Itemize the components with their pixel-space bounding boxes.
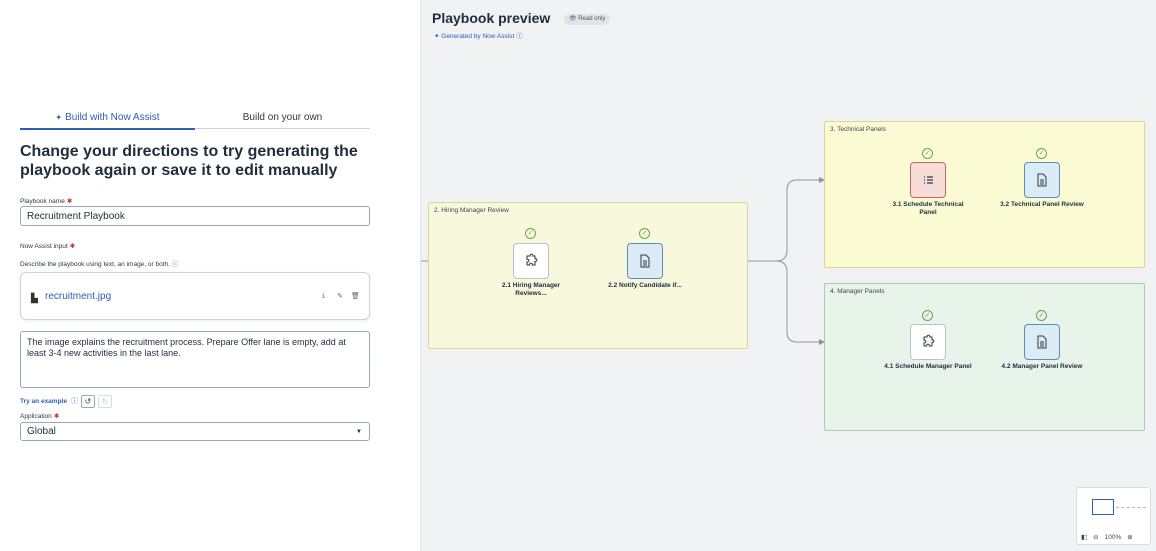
puzzle-icon bbox=[526, 253, 538, 266]
check-circle-icon: ✓ bbox=[639, 228, 650, 239]
select-value: Global bbox=[27, 426, 56, 437]
tab-build-on-your-own[interactable]: Build on your own bbox=[195, 111, 370, 128]
builder-tabs: ✦ Build with Now Assist Build on your own bbox=[20, 111, 370, 130]
undo-button[interactable]: ↺ bbox=[80, 394, 95, 408]
lane-title: 3. Technical Panels bbox=[830, 126, 886, 133]
now-assist-input-label: Now Assist input ✱ bbox=[20, 242, 75, 250]
lane-manager-panels[interactable]: 4. Manager Panels bbox=[824, 283, 1145, 431]
list-icon bbox=[924, 176, 933, 184]
check-circle-icon: ✓ bbox=[922, 310, 933, 321]
activity-label: 3.2 Technical Panel Review bbox=[1000, 201, 1084, 208]
check-circle-icon: ✓ bbox=[525, 228, 536, 239]
activity-node-4-1[interactable] bbox=[910, 324, 946, 360]
chevron-down-icon: ▼ bbox=[356, 429, 362, 435]
activity-node-3-1[interactable] bbox=[910, 162, 946, 198]
playbook-preview-canvas[interactable]: Playbook preview 👁 Read only ✦ Generated… bbox=[420, 0, 1156, 551]
lane-hiring-manager-review[interactable]: 2. Hiring Manager Review bbox=[428, 202, 748, 349]
page-heading: Change your directions to try generating… bbox=[20, 143, 358, 179]
info-icon[interactable]: ⓘ bbox=[172, 261, 179, 268]
label-text: Now Assist input bbox=[20, 243, 68, 250]
sparkle-icon: ✦ bbox=[55, 113, 63, 122]
activity-node-2-1[interactable] bbox=[513, 243, 549, 279]
delete-icon[interactable]: 🗑 bbox=[351, 292, 360, 300]
activity-label: 3.1 Schedule Technical Panel bbox=[892, 201, 964, 216]
lane-technical-panels[interactable]: 3. Technical Panels bbox=[824, 121, 1145, 268]
document-icon bbox=[640, 254, 650, 268]
tab-label: Build on your own bbox=[242, 112, 323, 123]
document-icon bbox=[1037, 173, 1047, 187]
activity-label: 4.1 Schedule Manager Panel bbox=[884, 363, 972, 370]
zoom-controls: ◧ ⊖ 100% ⊕ bbox=[1081, 533, 1133, 542]
puzzle-icon bbox=[923, 334, 935, 347]
image-file-icon: ▙ bbox=[31, 293, 38, 303]
activity-label: 2.2 Notify Candidate if... bbox=[608, 282, 682, 289]
minimap[interactable]: ◧ ⊖ 100% ⊕ bbox=[1076, 487, 1151, 545]
edit-icon[interactable]: ✎ bbox=[337, 292, 343, 300]
check-circle-icon: ✓ bbox=[1036, 310, 1047, 321]
zoom-level: 100% bbox=[1104, 533, 1122, 541]
file-name-link[interactable]: recruitment.jpg bbox=[45, 291, 111, 302]
attached-file-card: ▙ recruitment.jpg ⤓ ✎ 🗑 bbox=[20, 272, 370, 320]
helper-text: Describe the playbook using text, an ima… bbox=[20, 261, 170, 268]
zoom-in-icon[interactable]: ⊕ bbox=[1127, 533, 1132, 541]
lane-title: 2. Hiring Manager Review bbox=[434, 207, 509, 214]
try-example-row: Try an example ⓘ ↺ ↻ bbox=[20, 394, 112, 408]
playbook-builder-panel: ✦ Build with Now Assist Build on your own… bbox=[0, 0, 420, 551]
prompt-textarea[interactable]: The image explains the recruitment proce… bbox=[20, 331, 370, 388]
activity-node-2-2[interactable] bbox=[627, 243, 663, 279]
activity-node-3-2[interactable] bbox=[1024, 162, 1060, 198]
input-value: Recruitment Playbook bbox=[27, 210, 125, 222]
application-select[interactable]: Global ▼ bbox=[20, 422, 370, 441]
label-text: Application bbox=[20, 413, 52, 420]
check-circle-icon: ✓ bbox=[1036, 148, 1047, 159]
playbook-name-label: Playbook name ✱ bbox=[20, 197, 72, 205]
minimap-divider bbox=[1116, 507, 1146, 508]
required-icon: ✱ bbox=[69, 243, 76, 250]
tab-label: Build with Now Assist bbox=[65, 112, 160, 123]
info-icon[interactable]: ⓘ bbox=[71, 396, 78, 406]
application-label: Application ✱ bbox=[20, 412, 59, 420]
required-icon: ✱ bbox=[53, 413, 60, 420]
tab-build-with-now-assist[interactable]: ✦ Build with Now Assist bbox=[20, 111, 195, 130]
playbook-name-input[interactable]: Recruitment Playbook bbox=[20, 206, 370, 226]
document-icon bbox=[1037, 335, 1047, 349]
download-icon[interactable]: ⤓ bbox=[322, 292, 325, 300]
toggle-minimap-icon[interactable]: ◧ bbox=[1081, 533, 1087, 541]
redo-button[interactable]: ↻ bbox=[97, 394, 112, 408]
check-circle-icon: ✓ bbox=[922, 148, 933, 159]
now-assist-helper-text: Describe the playbook using text, an ima… bbox=[20, 258, 178, 268]
required-icon: ✱ bbox=[66, 198, 73, 205]
activity-label: 4.2 Manager Panel Review bbox=[1001, 363, 1083, 370]
activity-label: 2.1 Hiring Manager Reviews... bbox=[501, 282, 561, 297]
activity-node-4-2[interactable] bbox=[1024, 324, 1060, 360]
lane-title: 4. Manager Panels bbox=[830, 288, 885, 295]
label-text: Playbook name bbox=[20, 198, 65, 205]
zoom-out-icon[interactable]: ⊖ bbox=[1093, 533, 1098, 541]
minimap-viewport[interactable] bbox=[1092, 499, 1114, 515]
try-example-link[interactable]: Try an example bbox=[20, 398, 67, 405]
